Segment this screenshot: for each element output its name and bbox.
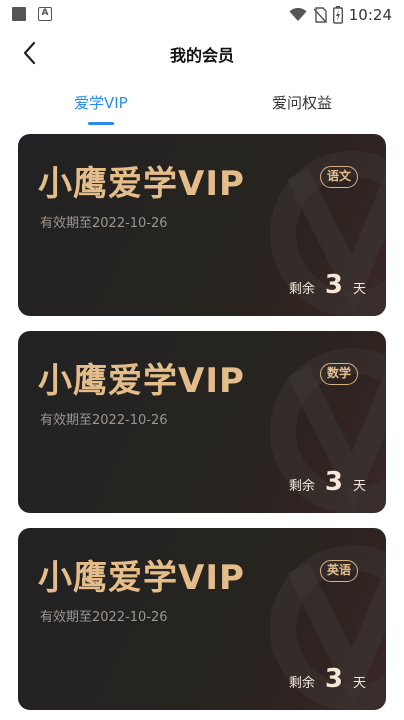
remain-suffix: 天 — [352, 676, 366, 691]
remaining-days: 剩余 3 天 — [289, 467, 366, 497]
remain-prefix: 剩余 — [288, 282, 315, 297]
status-icons: 10:24 — [289, 4, 392, 26]
card-title: 小鹰爱学VIP — [38, 361, 245, 401]
remain-suffix: 天 — [352, 479, 366, 494]
battery-icon — [332, 6, 343, 24]
expire-date: 有效期至2022-10-26 — [40, 610, 168, 625]
subject-badge: 数学 — [320, 363, 359, 385]
tab-bar: 爱学VIP 爱问权益 — [0, 86, 404, 126]
subject-badge: 语文 — [320, 166, 359, 188]
expire-date: 有效期至2022-10-26 — [40, 413, 168, 428]
clock: 10:24 — [348, 6, 392, 24]
remain-prefix: 剩余 — [288, 479, 315, 494]
remain-number: 3 — [324, 467, 343, 497]
vip-card-english[interactable]: 小鹰爱学VIP 英语 有效期至2022-10-26 剩余 3 天 — [18, 528, 386, 710]
card-title: 小鹰爱学VIP — [38, 164, 245, 204]
no-sim-icon — [313, 7, 327, 23]
wifi-icon — [289, 8, 307, 21]
notification-icon — [12, 7, 26, 21]
tab-vip[interactable]: 爱学VIP — [74, 92, 128, 113]
remain-number: 3 — [324, 664, 343, 694]
status-bar: A 10:24 — [0, 0, 404, 30]
page-title: 我的会员 — [169, 46, 234, 65]
vip-card-math[interactable]: 小鹰爱学VIP 数学 有效期至2022-10-26 剩余 3 天 — [18, 331, 386, 513]
remain-suffix: 天 — [352, 282, 366, 297]
subject-badge: 英语 — [320, 560, 359, 582]
expire-date: 有效期至2022-10-26 — [40, 216, 168, 231]
tab-indicator — [88, 122, 114, 125]
remaining-days: 剩余 3 天 — [289, 270, 366, 300]
card-title: 小鹰爱学VIP — [38, 558, 245, 598]
vip-card-chinese[interactable]: 小鹰爱学VIP 语文 有效期至2022-10-26 剩余 3 天 — [18, 134, 386, 316]
remaining-days: 剩余 3 天 — [289, 664, 366, 694]
remain-prefix: 剩余 — [288, 676, 315, 691]
remain-number: 3 — [324, 270, 343, 300]
nav-bar: 我的会员 — [0, 32, 404, 74]
app-notification-icon: A — [38, 7, 52, 21]
tab-benefits[interactable]: 爱问权益 — [272, 92, 332, 113]
